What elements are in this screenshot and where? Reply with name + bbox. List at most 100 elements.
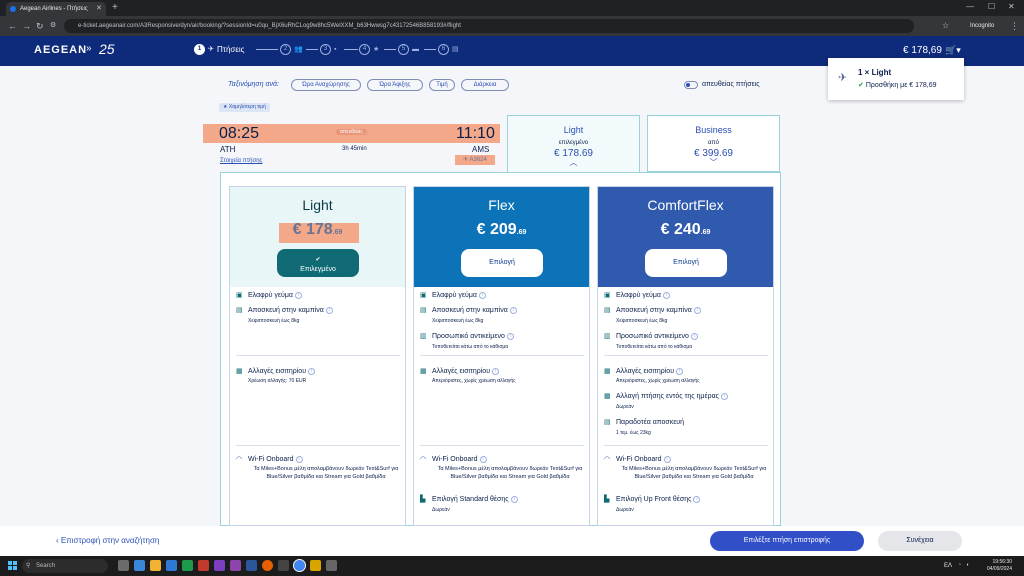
info-icon[interactable]: i bbox=[506, 332, 514, 340]
app-icon[interactable] bbox=[246, 560, 257, 571]
select-button[interactable]: Επιλογή bbox=[645, 249, 727, 277]
maximize-icon[interactable]: ☐ bbox=[988, 0, 995, 14]
onenote-icon[interactable] bbox=[230, 560, 241, 571]
check-icon: ✔ bbox=[858, 82, 866, 89]
step-confirmation[interactable]: 6 bbox=[438, 44, 449, 55]
back-to-search-link[interactable]: ‹ Επιστροφή στην αναζήτηση bbox=[56, 536, 159, 545]
feature-personal-item-label: Προσωπικό αντικείμενο bbox=[432, 333, 505, 340]
sort-price-button[interactable]: Τιμή bbox=[429, 79, 455, 91]
back-icon[interactable]: ← bbox=[8, 19, 17, 33]
info-icon[interactable]: i bbox=[693, 306, 701, 314]
chrome-icon[interactable] bbox=[293, 559, 306, 572]
aegean-logo[interactable]: AEGEAN bbox=[34, 44, 87, 56]
aegean-favicon-icon bbox=[10, 6, 16, 12]
divider bbox=[604, 445, 768, 446]
wifi-icon: ◠ bbox=[420, 456, 427, 463]
destination-airport: AMS bbox=[472, 145, 490, 154]
step-passengers[interactable]: 2 bbox=[280, 44, 291, 55]
clock[interactable]: 19:56:30 04/09/2024 bbox=[982, 559, 1012, 573]
anniversary-badge: 25 bbox=[99, 41, 115, 57]
feature-personal-item-label: Προσωπικό αντικείμενο bbox=[616, 333, 689, 340]
wifi-icon: ◠ bbox=[604, 456, 611, 463]
info-icon[interactable]: i bbox=[325, 306, 333, 314]
close-window-icon[interactable]: ✕ bbox=[1008, 0, 1015, 14]
bag-icon: ▤ bbox=[420, 307, 427, 314]
cabin-name: Business bbox=[695, 125, 732, 135]
incognito-indicator[interactable]: Incognito bbox=[970, 19, 994, 33]
info-icon[interactable]: i bbox=[662, 291, 670, 299]
cabin-status: από bbox=[708, 140, 719, 146]
info-icon[interactable]: i bbox=[693, 495, 701, 503]
cabin-tab-light[interactable]: Light επιλεγμένο € 178.69 ︿ bbox=[507, 115, 640, 173]
task-view-icon[interactable] bbox=[118, 560, 129, 571]
volume-icon[interactable]: ◖ bbox=[966, 562, 969, 569]
selected-button-label: Επιλεγμένο bbox=[300, 266, 336, 273]
site-info-icon[interactable]: ⚙ bbox=[50, 19, 56, 33]
feature-cabin-bag-label: Αποσκευή στην καμπίνα bbox=[616, 307, 692, 314]
info-icon[interactable]: i bbox=[492, 367, 500, 375]
info-icon[interactable]: i bbox=[295, 455, 303, 463]
feature-wifi-label: Wi-Fi Onboard bbox=[248, 456, 294, 463]
fare-price-main: € 240 bbox=[660, 221, 701, 238]
feature-meal: ▣ Ελαφρύ γεύμα i bbox=[604, 291, 670, 299]
reload-icon[interactable]: ↻ bbox=[36, 19, 44, 33]
star-icon[interactable]: ☆ bbox=[942, 19, 949, 33]
cart-added-text: ✔ Προσθήκη με € 178,69 bbox=[858, 81, 937, 89]
file-explorer-icon[interactable] bbox=[150, 560, 161, 571]
info-icon[interactable]: i bbox=[308, 367, 316, 375]
app-icon[interactable] bbox=[310, 560, 321, 571]
app-icon[interactable] bbox=[182, 560, 193, 571]
app-icon[interactable] bbox=[134, 560, 145, 571]
wifi-tray-icon[interactable]: ◔ bbox=[958, 562, 961, 569]
calendar-icon: ▦ bbox=[420, 368, 427, 375]
info-icon[interactable]: i bbox=[294, 291, 302, 299]
step-flights[interactable]: 1 bbox=[194, 44, 205, 55]
step-extras[interactable]: 3 bbox=[320, 44, 331, 55]
cabin-name: Light bbox=[563, 125, 584, 135]
info-icon[interactable]: i bbox=[721, 392, 728, 400]
close-tab-icon[interactable]: ✕ bbox=[96, 2, 102, 16]
new-tab-icon[interactable]: + bbox=[112, 2, 118, 14]
sort-departure-button[interactable]: Ώρα Αναχώρησης bbox=[291, 79, 361, 91]
select-button[interactable]: Επιλογή bbox=[461, 249, 543, 277]
info-icon[interactable]: i bbox=[676, 367, 684, 375]
info-icon[interactable]: i bbox=[509, 306, 517, 314]
continue-button[interactable]: Συνέχεια bbox=[878, 531, 962, 551]
os-taskbar: ⚲ Search ΕΛ ◔ ◖ 19:56:30 04/09/2024 bbox=[0, 556, 1024, 576]
info-icon[interactable]: i bbox=[478, 291, 486, 299]
menu-icon[interactable]: ⋮ bbox=[1010, 19, 1019, 33]
step-payment[interactable]: 5 bbox=[398, 44, 409, 55]
flight-details-link[interactable]: Στοιχεία πτήσης bbox=[220, 158, 262, 164]
sort-duration-button[interactable]: Διάρκεια bbox=[461, 79, 509, 91]
sort-arrival-button[interactable]: Ώρα Άφιξης bbox=[367, 79, 423, 91]
browser-tab[interactable]: Aegean Airlines - Πτήσεις ✕ bbox=[6, 2, 106, 16]
cabin-tab-business[interactable]: Business από € 399.69 ﹀ bbox=[647, 115, 780, 172]
app-icon[interactable] bbox=[278, 560, 289, 571]
app-icon[interactable] bbox=[166, 560, 177, 571]
select-return-flight-button[interactable]: Επιλέξτε πτήση επιστροφής bbox=[710, 531, 864, 551]
divider bbox=[236, 355, 400, 356]
url-input[interactable]: e-ticket.aegeanair.com/A3Responsive/dyn/… bbox=[64, 19, 914, 33]
app-icon[interactable] bbox=[198, 560, 209, 571]
info-icon[interactable]: i bbox=[479, 455, 487, 463]
forward-icon[interactable]: → bbox=[22, 19, 31, 33]
direct-flights-toggle[interactable] bbox=[684, 81, 698, 89]
windows-start-icon[interactable] bbox=[8, 561, 18, 571]
language-indicator[interactable]: ΕΛ bbox=[944, 563, 952, 570]
minimize-icon[interactable]: — bbox=[966, 0, 974, 14]
step-connector bbox=[424, 49, 436, 50]
header-total-price[interactable]: € 178,69 bbox=[903, 45, 942, 56]
firefox-icon[interactable] bbox=[262, 560, 273, 571]
step-services[interactable]: 4 bbox=[359, 44, 370, 55]
info-icon[interactable]: i bbox=[663, 455, 671, 463]
feature-changes: ▦ Αλλαγές εισιτηρίου i bbox=[236, 367, 316, 375]
app-icon[interactable] bbox=[326, 560, 337, 571]
taskbar-search[interactable]: ⚲ Search bbox=[22, 559, 108, 573]
info-icon[interactable]: i bbox=[510, 495, 518, 503]
wifi-icon: ◠ bbox=[236, 456, 243, 463]
info-icon[interactable]: i bbox=[690, 332, 698, 340]
feature-cabin-bag: ▤ Αποσκευή στην καμπίνα i bbox=[236, 306, 333, 314]
selected-button[interactable]: ✔ Επιλεγμένο bbox=[277, 249, 359, 277]
app-icon[interactable] bbox=[214, 560, 225, 571]
cart-icon[interactable]: 🛒▾ bbox=[945, 45, 961, 56]
